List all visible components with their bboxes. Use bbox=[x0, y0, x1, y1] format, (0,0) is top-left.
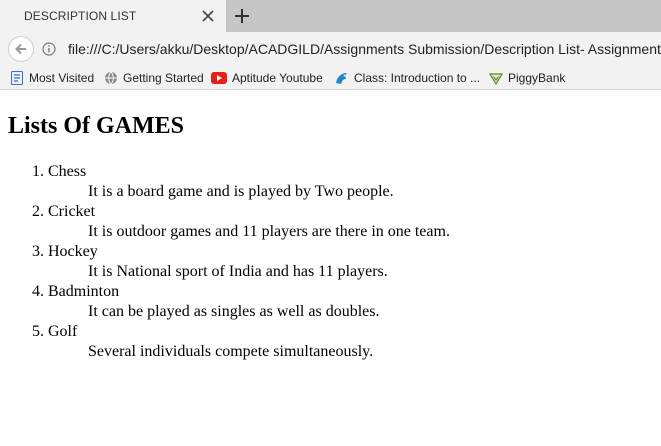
tab-strip: DESCRIPTION LIST bbox=[0, 0, 661, 32]
game-name: Chess bbox=[48, 163, 87, 180]
game-name: Cricket bbox=[48, 203, 96, 220]
youtube-icon bbox=[211, 72, 227, 84]
list-number: 5. bbox=[32, 323, 44, 340]
game-name: Golf bbox=[48, 323, 78, 340]
active-tab[interactable]: DESCRIPTION LIST bbox=[0, 0, 226, 32]
list-number: 4. bbox=[32, 283, 44, 300]
bookmark-getting-started[interactable]: Getting Started bbox=[104, 70, 204, 86]
back-arrow-icon bbox=[15, 43, 26, 55]
game-item-golf: 5. Golf Several individuals compete simu… bbox=[32, 322, 450, 362]
bookmark-label: Aptitude Youtube bbox=[232, 71, 323, 85]
page-heading: Lists Of GAMES bbox=[8, 113, 185, 139]
bookmark-most-visited[interactable]: Most Visited bbox=[10, 70, 94, 86]
list-number: 3. bbox=[32, 243, 44, 260]
game-item-chess: 1. Chess It is a board game and is playe… bbox=[32, 162, 450, 202]
bookmark-label: Getting Started bbox=[123, 71, 204, 85]
tab-title: DESCRIPTION LIST bbox=[24, 9, 137, 23]
bookmark-aptitude-youtube[interactable]: Aptitude Youtube bbox=[211, 70, 323, 86]
game-item-cricket: 2. Cricket It is outdoor games and 11 pl… bbox=[32, 202, 450, 242]
bookmark-label: PiggyBank bbox=[508, 71, 566, 85]
game-description: It is a board game and is played by Two … bbox=[88, 183, 394, 200]
list-number: 2. bbox=[32, 203, 44, 220]
bird-icon bbox=[336, 72, 347, 84]
list-number: 1. bbox=[32, 163, 44, 180]
close-tab-icon[interactable] bbox=[200, 8, 216, 24]
info-icon[interactable] bbox=[42, 42, 56, 56]
bookmark-label: Class: Introduction to ... bbox=[354, 71, 481, 85]
bookmark-page-icon bbox=[11, 71, 23, 85]
url-field[interactable]: file:///C:/Users/akku/Desktop/ACADGILD/A… bbox=[68, 41, 661, 57]
game-description: It is outdoor games and 11 players are t… bbox=[88, 223, 450, 240]
navigation-bar: file:///C:/Users/akku/Desktop/ACADGILD/A… bbox=[0, 32, 661, 66]
game-name: Hockey bbox=[48, 243, 98, 260]
game-description: It can be played as singles as well as d… bbox=[88, 303, 380, 320]
bookmark-label: Most Visited bbox=[29, 71, 95, 85]
games-list: 1. Chess It is a board game and is playe… bbox=[32, 162, 450, 362]
piggybank-icon bbox=[489, 73, 503, 85]
bookmarks-toolbar: Most Visited Getting Started Aptitude Yo… bbox=[0, 66, 661, 90]
bookmark-piggybank[interactable]: PiggyBank bbox=[489, 70, 565, 86]
game-item-badminton: 4. Badminton It can be played as singles… bbox=[32, 282, 450, 322]
game-item-hockey: 3. Hockey It is National sport of India … bbox=[32, 242, 450, 282]
game-name: Badminton bbox=[48, 283, 120, 300]
back-button[interactable] bbox=[8, 36, 34, 62]
globe-icon bbox=[105, 71, 117, 85]
game-description: It is National sport of India and has 11… bbox=[88, 263, 388, 280]
new-tab-plus-icon[interactable] bbox=[233, 7, 251, 25]
game-description: Several individuals compete simultaneous… bbox=[88, 343, 374, 360]
bookmark-class-introduction[interactable]: Class: Introduction to ... bbox=[334, 70, 480, 86]
